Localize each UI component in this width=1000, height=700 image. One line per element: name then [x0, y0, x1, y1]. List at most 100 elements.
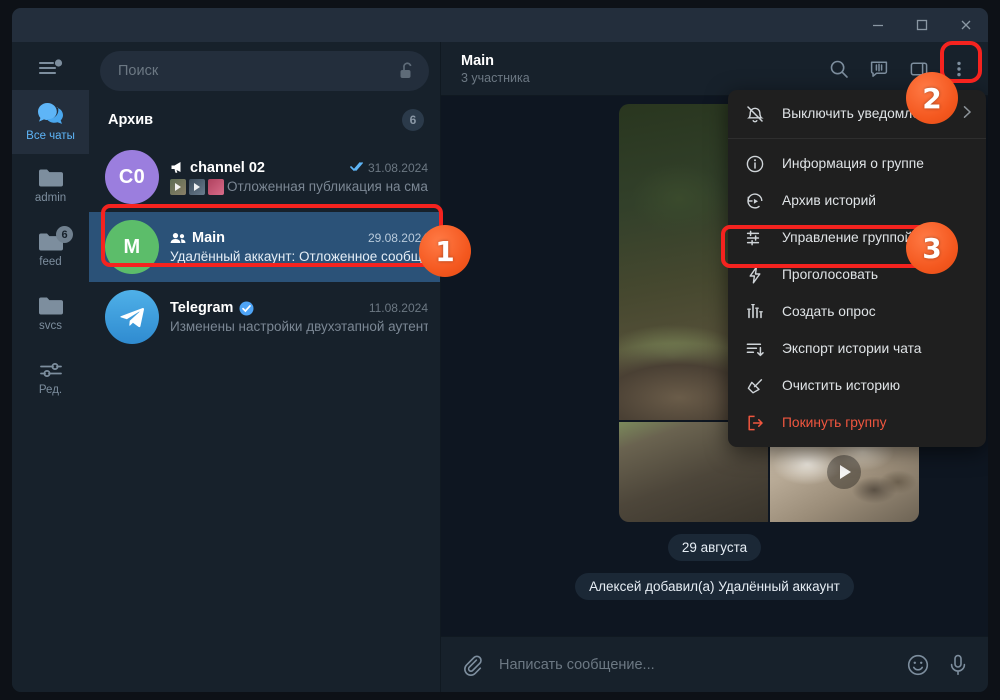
menu-item-leave-group[interactable]: Покинуть группу	[728, 404, 986, 441]
unlocked-padlock-icon[interactable]	[399, 62, 415, 80]
chat-header-search-button[interactable]	[822, 52, 856, 86]
menu-item-label: Экспорт истории чата	[782, 341, 922, 356]
chat-list-item-preview: Изменены настройки двухэтапной аутент…	[170, 319, 428, 334]
sidebar-item-feed[interactable]: 6 feed	[12, 218, 89, 282]
menu-item-stories-archive[interactable]: Архив историй	[728, 182, 986, 219]
menu-item-group-info[interactable]: Информация о группе	[728, 145, 986, 182]
sliders-icon	[744, 228, 766, 248]
sidebar-item-svcs[interactable]: svcs	[12, 282, 89, 346]
annotation-step-1: 1	[419, 225, 471, 277]
sidebar-item-badge: 6	[56, 226, 73, 243]
export-down-icon	[744, 339, 766, 359]
folder-icon	[38, 297, 63, 315]
megaphone-icon	[170, 161, 184, 174]
window-titlebar	[12, 8, 988, 42]
preview-text: Удалённый аккаунт: Отложенное сообщен…	[170, 249, 428, 264]
chat-list-panel: Поиск Архив 6 C0 channel 02 31.08.2024 О…	[89, 42, 441, 692]
poll-bars-icon	[744, 302, 766, 322]
date-divider: 29 августа	[667, 534, 762, 561]
chat-subtitle: 3 участника	[461, 70, 530, 85]
sidebar-item-admin[interactable]: admin	[12, 154, 89, 218]
chat-list-item-main[interactable]: M Main 29.08.2024 Удалённый аккаунт: Отл…	[89, 212, 440, 282]
menu-item-label: Создать опрос	[782, 304, 876, 319]
broom-icon	[744, 376, 766, 396]
sidebar-item-edit[interactable]: Ред.	[12, 346, 89, 410]
telegram-window: Все чаты admin 6 feed svcs Ред. Поиск Ар…	[12, 8, 988, 692]
sidebar-item-label: Все чаты	[26, 130, 75, 142]
search-placeholder: Поиск	[118, 63, 159, 79]
telegram-plane-icon	[120, 308, 145, 328]
smiley-icon[interactable]	[906, 653, 930, 677]
chat-list-item-content: Main 29.08.2024 Удалённый аккаунт: Отлож…	[170, 230, 428, 264]
preview-text: Отложенная публикация на смар…	[227, 179, 428, 194]
chat-list-item-content: Telegram 11.08.2024 Изменены настройки д…	[170, 300, 428, 334]
sidebar-item-all-chats[interactable]: Все чаты	[12, 90, 89, 154]
paperclip-icon[interactable]	[461, 654, 483, 676]
menu-item-label: Очистить историю	[782, 378, 901, 393]
archive-label: Архив	[108, 112, 154, 128]
chat-header-stories-button[interactable]	[862, 52, 896, 86]
sidebar-item-label: Ред.	[38, 384, 63, 396]
menu-item-label: Информация о группе	[782, 156, 924, 171]
archive-count-badge: 6	[402, 109, 424, 131]
stories-archive-icon	[744, 191, 766, 211]
app-root: Все чаты admin 6 feed svcs Ред. Поиск Ар…	[0, 0, 1000, 700]
read-ticks-icon	[350, 161, 366, 172]
message-composer: Написать сообщение...	[441, 636, 988, 692]
chat-list-item-name: Telegram	[170, 300, 234, 316]
annotation-step-3: 3	[906, 222, 958, 274]
menu-separator	[728, 132, 986, 139]
search-icon	[830, 60, 848, 78]
chat-list-item-date: 29.08.2024	[367, 231, 428, 245]
chat-list-item-channel-02[interactable]: C0 channel 02 31.08.2024 Отложенная публ…	[89, 142, 440, 212]
stories-icon	[870, 60, 888, 77]
maximize-button[interactable]	[900, 8, 944, 42]
sidebar-item-label: admin	[34, 192, 67, 204]
chevron-right-icon	[962, 105, 972, 122]
folders-rail: Все чаты admin 6 feed svcs Ред.	[12, 42, 89, 692]
menu-item-label: Управление группой	[782, 230, 913, 245]
info-circle-icon	[744, 154, 766, 174]
chat-list-item-telegram[interactable]: Telegram 11.08.2024 Изменены настройки д…	[89, 282, 440, 352]
archive-row[interactable]: Архив 6	[89, 98, 440, 142]
microphone-icon[interactable]	[946, 653, 970, 677]
sliders-icon	[39, 363, 62, 377]
avatar	[105, 290, 159, 344]
avatar-initials: C0	[118, 165, 146, 188]
preview-thumb	[189, 178, 205, 195]
annotation-step-2: 2	[906, 72, 958, 124]
search-field[interactable]: Поиск	[100, 51, 429, 91]
service-message: Алексей добавил(а) Удалённый аккаунт	[575, 573, 854, 600]
chat-list-item-date: 31.08.2024	[350, 161, 428, 175]
minimize-button[interactable]	[856, 8, 900, 42]
chat-title: Main	[461, 52, 495, 69]
chat-list-item-header: Telegram 11.08.2024	[170, 300, 428, 316]
service-message-row: Алексей добавил(а) Удалённый аккаунт	[441, 573, 988, 600]
search-container: Поиск	[89, 42, 440, 98]
leave-arrow-icon	[744, 413, 766, 433]
chats-bubble-icon	[37, 103, 63, 124]
preview-thumb	[208, 178, 224, 195]
chat-header-titles: Main 3 участника	[461, 53, 530, 85]
chat-header: Main 3 участника	[441, 42, 988, 96]
hamburger-menu-button[interactable]	[12, 46, 89, 90]
menu-item-label: Архив историй	[782, 193, 877, 208]
menu-item-create-poll[interactable]: Создать опрос	[728, 293, 986, 330]
chat-list-item-preview: Удалённый аккаунт: Отложенное сообщен…	[170, 249, 428, 264]
menu-item-clear-history[interactable]: Очистить историю	[728, 367, 986, 404]
chat-list-item-content: channel 02 31.08.2024 Отложенная публика…	[170, 160, 428, 195]
sidebar-item-label: svcs	[39, 320, 62, 332]
play-icon[interactable]	[827, 455, 861, 489]
menu-item-export-history[interactable]: Экспорт истории чата	[728, 330, 986, 367]
close-button[interactable]	[944, 8, 988, 42]
chat-header-actions	[822, 52, 976, 86]
avatar-initials: M	[123, 235, 141, 258]
menu-item-label: Покинуть группу	[782, 415, 887, 430]
date-divider-row: 29 августа	[441, 534, 988, 561]
boost-lightning-icon	[744, 265, 766, 285]
preview-text: Изменены настройки двухэтапной аутент…	[170, 319, 428, 334]
message-input[interactable]: Написать сообщение...	[499, 657, 890, 673]
chat-list-item-name: channel 02	[190, 159, 265, 176]
sidebar-item-label: feed	[39, 256, 62, 268]
preview-thumb	[170, 178, 186, 195]
